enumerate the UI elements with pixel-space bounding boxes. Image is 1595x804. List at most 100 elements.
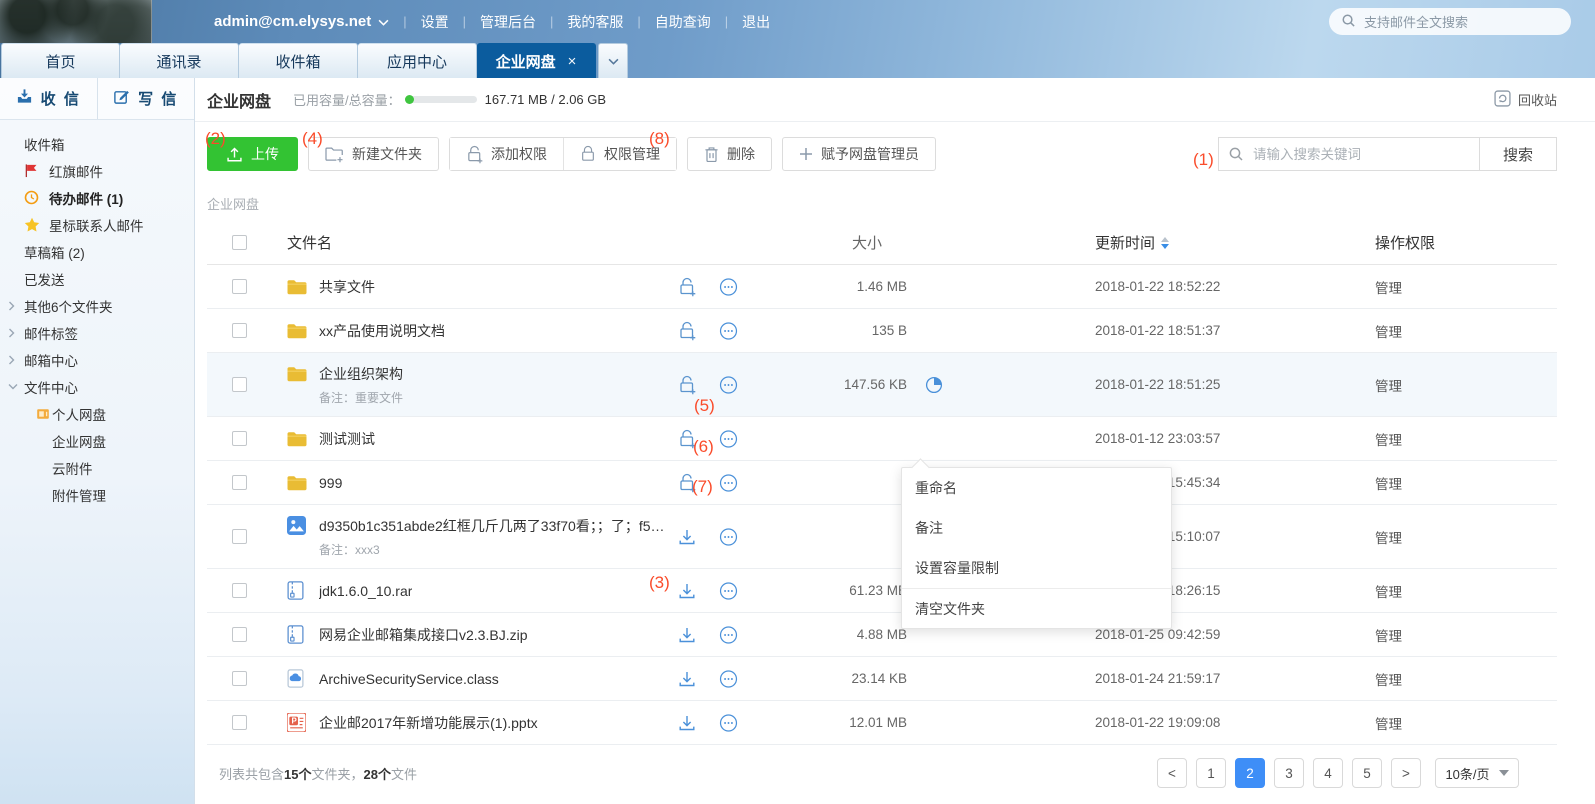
- tab-3[interactable]: 应用中心: [358, 43, 477, 78]
- row-checkbox[interactable]: [232, 529, 247, 544]
- compose-mail-button[interactable]: 写 信: [97, 78, 195, 119]
- more-icon[interactable]: [719, 473, 738, 493]
- file-name[interactable]: 网易企业邮箱集成接口v2.3.BJ.zip: [319, 625, 527, 645]
- sidebar-item-0[interactable]: 收件箱: [0, 130, 194, 157]
- lock-add-icon[interactable]: [678, 321, 697, 341]
- tab-4[interactable]: 企业网盘×: [477, 43, 596, 78]
- toolbar-button-添加权限[interactable]: 添加权限: [450, 138, 563, 170]
- sidebar-item-8[interactable]: 邮箱中心: [0, 346, 194, 373]
- sidebar-item-12[interactable]: 云附件: [0, 454, 194, 481]
- file-search-input[interactable]: [1218, 137, 1480, 171]
- row-checkbox[interactable]: [232, 475, 247, 490]
- more-icon[interactable]: [719, 429, 738, 449]
- sidebar-item-5[interactable]: 已发送: [0, 265, 194, 292]
- annotation-(6): (6): [693, 437, 714, 457]
- download-icon[interactable]: [678, 670, 697, 688]
- file-name[interactable]: xx产品使用说明文档: [319, 321, 445, 341]
- sidebar-item-10[interactable]: 个人网盘: [0, 400, 194, 427]
- tab-close-icon[interactable]: ×: [568, 53, 577, 70]
- sidebar-item-4[interactable]: 草稿箱 (2): [0, 238, 194, 265]
- page-size-select[interactable]: 10条/页: [1435, 758, 1519, 788]
- tab-1[interactable]: 通讯录: [120, 43, 239, 78]
- more-icon[interactable]: [719, 375, 738, 395]
- tab-list-dropdown[interactable]: [598, 43, 628, 78]
- topbar-item-0[interactable]: 设置: [421, 12, 449, 32]
- row-name-line: 共享文件: [287, 277, 667, 297]
- row-checkbox[interactable]: [232, 583, 247, 598]
- context-menu-item-1[interactable]: 备注: [902, 508, 1171, 548]
- page-button-1[interactable]: 1: [1196, 758, 1226, 788]
- sidebar-item-2[interactable]: 待办邮件 (1): [0, 184, 194, 211]
- toolbar-button-新建文件夹[interactable]: 新建文件夹: [308, 137, 439, 171]
- toolbar-button-赋予网盘管理员[interactable]: 赋予网盘管理员: [782, 137, 936, 171]
- topbar-item-2[interactable]: 我的客服: [567, 12, 623, 32]
- pagination: <12345 >10条/页: [1157, 758, 1519, 788]
- lock-add-icon[interactable]: [678, 375, 697, 395]
- sidebar-item-11[interactable]: 企业网盘: [0, 427, 194, 454]
- sidebar-item-label: 文件中心: [24, 377, 78, 397]
- topbar-item-3[interactable]: 自助查询: [655, 12, 711, 32]
- download-icon[interactable]: [678, 626, 697, 644]
- page-button-3[interactable]: 3: [1274, 758, 1304, 788]
- file-name[interactable]: 共享文件: [319, 277, 375, 297]
- page-button-2[interactable]: 2: [1235, 758, 1265, 788]
- file-name[interactable]: 企业邮2017年新增功能展示(1).pptx: [319, 713, 538, 733]
- more-icon[interactable]: [719, 321, 738, 341]
- row-actions: [667, 277, 757, 297]
- sidebar-item-13[interactable]: 附件管理: [0, 481, 194, 508]
- row-checkbox[interactable]: [232, 377, 247, 392]
- download-icon[interactable]: [678, 714, 697, 732]
- sidebar-item-1[interactable]: 红旗邮件: [0, 157, 194, 184]
- topbar-item-1[interactable]: 管理后台: [480, 12, 536, 32]
- page-button-5[interactable]: 5: [1352, 758, 1382, 788]
- download-icon[interactable]: [678, 528, 697, 546]
- file-name[interactable]: ArchiveSecurityService.class: [319, 671, 499, 687]
- download-icon[interactable]: [678, 582, 697, 600]
- sidebar-item-7[interactable]: 邮件标签: [0, 319, 194, 346]
- file-name[interactable]: 999: [319, 475, 342, 491]
- next-page-button[interactable]: >: [1391, 758, 1421, 788]
- sidebar-item-9[interactable]: 文件中心: [0, 373, 194, 400]
- quota-pie-icon[interactable]: [925, 376, 943, 397]
- file-name[interactable]: 测试测试: [319, 429, 375, 449]
- context-menu-item-2[interactable]: 设置容量限制: [902, 548, 1171, 588]
- prev-page-button[interactable]: <: [1157, 758, 1187, 788]
- row-checkbox[interactable]: [232, 323, 247, 338]
- row-checkbox[interactable]: [232, 279, 247, 294]
- breadcrumb[interactable]: 企业网盘: [195, 186, 1595, 221]
- sidebar-item-3[interactable]: 星标联系人邮件: [0, 211, 194, 238]
- row-checkbox-cell: [207, 583, 247, 598]
- select-all-checkbox[interactable]: [232, 235, 247, 250]
- sidebar-item-6[interactable]: 其他6个文件夹: [0, 292, 194, 319]
- topbar-item-4[interactable]: 退出: [742, 12, 770, 32]
- file-name[interactable]: d9350b1c351abde2红框几斤几两了33f70看；；了；f510...: [319, 516, 667, 536]
- page-button-4[interactable]: 4: [1313, 758, 1343, 788]
- row-checkbox[interactable]: [232, 715, 247, 730]
- table-row: ArchiveSecurityService.class23.14 KB2018…: [207, 657, 1557, 701]
- more-icon[interactable]: [719, 277, 738, 297]
- more-icon[interactable]: [719, 581, 738, 601]
- row-checkbox[interactable]: [232, 671, 247, 686]
- sort-control[interactable]: [1161, 237, 1169, 249]
- tab-2[interactable]: 收件箱: [239, 43, 358, 78]
- context-menu-item-3[interactable]: 清空文件夹: [902, 588, 1171, 628]
- more-icon[interactable]: [719, 625, 738, 645]
- file-search-button[interactable]: 搜索: [1479, 137, 1557, 171]
- account-menu[interactable]: admin@cm.elysys.net: [214, 13, 389, 30]
- tab-0[interactable]: 首页: [1, 43, 120, 78]
- row-checkbox[interactable]: [232, 627, 247, 642]
- receive-mail-button[interactable]: 收 信: [0, 78, 97, 119]
- row-checkbox[interactable]: [232, 431, 247, 446]
- lock-add-icon[interactable]: [678, 277, 697, 297]
- mail-fulltext-search[interactable]: 支持邮件全文搜索: [1329, 8, 1571, 35]
- more-icon[interactable]: [719, 713, 738, 733]
- file-name[interactable]: 企业组织架构: [319, 364, 403, 384]
- more-icon[interactable]: [719, 669, 738, 689]
- context-menu-item-0[interactable]: 重命名: [902, 468, 1171, 508]
- more-icon[interactable]: [719, 527, 738, 547]
- recycle-bin-link[interactable]: 回收站: [1494, 90, 1557, 110]
- file-name[interactable]: jdk1.6.0_10.rar: [319, 583, 412, 599]
- toolbar-button-删除[interactable]: 删除: [687, 137, 772, 171]
- folder-icon: [287, 475, 307, 491]
- folder-icon: [287, 366, 307, 382]
